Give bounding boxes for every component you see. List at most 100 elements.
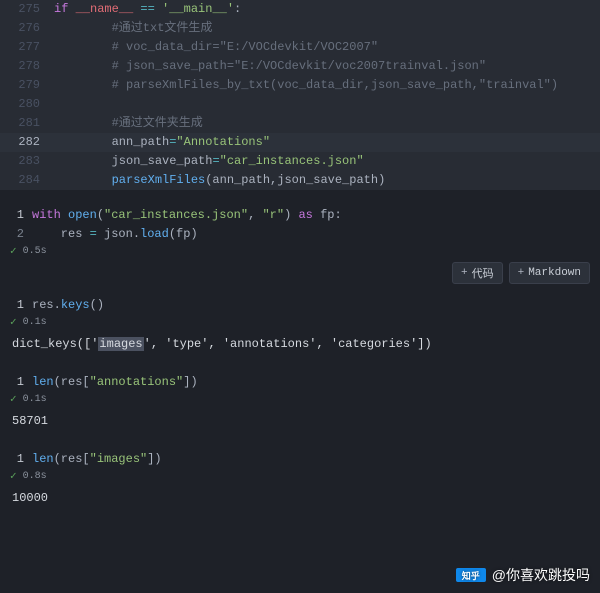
zhihu-logo-icon: 知乎 [456, 568, 486, 582]
check-icon: ✓ [10, 244, 17, 258]
token: if [54, 2, 68, 16]
line-number: 275 [0, 0, 54, 19]
watermark-text: @你喜欢跳投吗 [492, 565, 590, 585]
output-text: ', 'type', 'annotations', 'categories']) [144, 337, 432, 351]
code-line[interactable]: 277 # voc_data_dir="E:/VOCdevkit/VOC2007… [0, 38, 600, 57]
plus-icon: + [461, 267, 468, 279]
token: = [90, 227, 97, 241]
token: (res[ [54, 452, 90, 466]
code-line[interactable]: 280 [0, 95, 600, 114]
cell-output: 10000 [0, 487, 600, 515]
token: ]) [183, 375, 197, 389]
line-number: 284 [0, 171, 54, 190]
code-line[interactable]: 283 json_save_path="car_instances.json" [0, 152, 600, 171]
code-content [54, 95, 600, 114]
check-icon: ✓ [10, 315, 17, 329]
code-line[interactable]: 281 #通过文件夹生成 [0, 114, 600, 133]
code-line[interactable]: 278 # json_save_path="E:/VOCdevkit/voc20… [0, 57, 600, 76]
code-content: # parseXmlFiles_by_txt(voc_data_dir,json… [54, 76, 600, 95]
plus-icon: + [518, 267, 525, 279]
code-content: #通过文件夹生成 [54, 114, 600, 133]
cell-status: ✓ 0.1s [0, 392, 600, 410]
cell-status: ✓0.8s [0, 469, 600, 487]
token: "images" [90, 452, 148, 466]
token: keys [61, 298, 90, 312]
notebook-cell[interactable]: 1len(res["images"])✓0.8s10000 [0, 448, 600, 515]
token: # parseXmlFiles_by_txt(voc_data_dir,json… [112, 78, 558, 92]
token: load [140, 227, 169, 241]
separator [0, 438, 600, 448]
code-line[interactable]: 282 ann_path="Annotations" [0, 133, 600, 152]
cell-code-content: len(res["annotations"]) [32, 373, 600, 392]
token: "r" [262, 208, 284, 222]
notebook-cell[interactable]: 1with open("car_instances.json", "r") as… [0, 204, 600, 284]
line-number: 276 [0, 19, 54, 38]
code-content: # json_save_path="E:/VOCdevkit/voc2007tr… [54, 57, 600, 76]
code-line[interactable]: 279 # parseXmlFiles_by_txt(voc_data_dir,… [0, 76, 600, 95]
token: == [140, 2, 154, 16]
token: ( [97, 208, 104, 222]
highlighted-text: images [98, 337, 143, 351]
cell-code-line[interactable]: 1len(res["images"]) [0, 450, 600, 469]
line-number: 278 [0, 57, 54, 76]
token: # voc_data_dir="E:/VOCdevkit/VOC2007" [112, 40, 378, 54]
notebook-cell[interactable]: 1res.keys()✓0.1sdict_keys(['images', 'ty… [0, 294, 600, 361]
cell-output: dict_keys(['images', 'type', 'annotation… [0, 333, 600, 361]
token: parseXmlFiles [112, 173, 206, 187]
cell-code-content: res.keys() [32, 296, 600, 315]
cell-exec-time: 0.1s [23, 394, 47, 405]
cell-status: ✓ 0.5s [0, 244, 600, 262]
code-editor[interactable]: 275if __name__ == '__main__':276 #通过txt文… [0, 0, 600, 190]
token: "annotations" [90, 375, 184, 389]
cell-line-number: 1 [0, 206, 32, 225]
button-label: 代码 [472, 265, 494, 281]
token: json_save_path [112, 154, 213, 168]
add-code-cell-button[interactable]: + 代码 [452, 262, 503, 284]
token: '__main__' [162, 2, 234, 16]
cell-code-line[interactable]: 2 res = json.load(fp) [0, 225, 600, 244]
cell-line-number: 1 [0, 450, 32, 469]
cell-code-line[interactable]: 1with open("car_instances.json", "r") as… [0, 206, 600, 225]
token: : [234, 2, 241, 16]
token [155, 2, 162, 16]
separator [0, 284, 600, 294]
cell-line-number: 1 [0, 373, 32, 392]
notebook-cells: 1with open("car_instances.json", "r") as… [0, 204, 600, 515]
line-number: 277 [0, 38, 54, 57]
cell-status: ✓0.1s [0, 315, 600, 333]
token: #通过文件夹生成 [112, 116, 203, 130]
token [61, 208, 68, 222]
watermark: 知乎 @你喜欢跳投吗 [456, 565, 590, 585]
line-number: 282 [0, 133, 54, 152]
code-line[interactable]: 275if __name__ == '__main__': [0, 0, 600, 19]
code-line[interactable]: 284 parseXmlFiles(ann_path,json_save_pat… [0, 171, 600, 190]
line-number: 280 [0, 95, 54, 114]
token: "car_instances.json" [220, 154, 364, 168]
add-markdown-cell-button[interactable]: +Markdown [509, 262, 590, 284]
notebook-cell[interactable]: 1len(res["annotations"])✓0.1s58701 [0, 371, 600, 438]
check-icon: ✓ [10, 392, 17, 406]
token: open [68, 208, 97, 222]
cell-code-line[interactable]: 1len(res["annotations"]) [0, 373, 600, 392]
code-line[interactable]: 276 #通过txt文件生成 [0, 19, 600, 38]
line-number: 279 [0, 76, 54, 95]
cell-code-content: res = json.load(fp) [32, 225, 600, 244]
token: json. [97, 227, 140, 241]
token: res. [32, 298, 61, 312]
cell-exec-time: 0.8s [23, 471, 47, 482]
code-content: if __name__ == '__main__': [54, 0, 600, 19]
token: () [90, 298, 104, 312]
cell-line-number: 1 [0, 296, 32, 315]
cell-code-content: len(res["images"]) [32, 450, 600, 469]
token: "Annotations" [176, 135, 270, 149]
cell-toolbar: +代码+Markdown [0, 262, 600, 284]
token: ann_path [112, 135, 170, 149]
token: __name__ [76, 2, 134, 16]
cell-code-content: with open("car_instances.json", "r") as … [32, 206, 600, 225]
cell-code-line[interactable]: 1res.keys() [0, 296, 600, 315]
line-number: 281 [0, 114, 54, 133]
token: len [32, 452, 54, 466]
token: (fp) [169, 227, 198, 241]
cell-exec-time: 0.5s [23, 246, 47, 257]
button-label: Markdown [528, 267, 581, 279]
